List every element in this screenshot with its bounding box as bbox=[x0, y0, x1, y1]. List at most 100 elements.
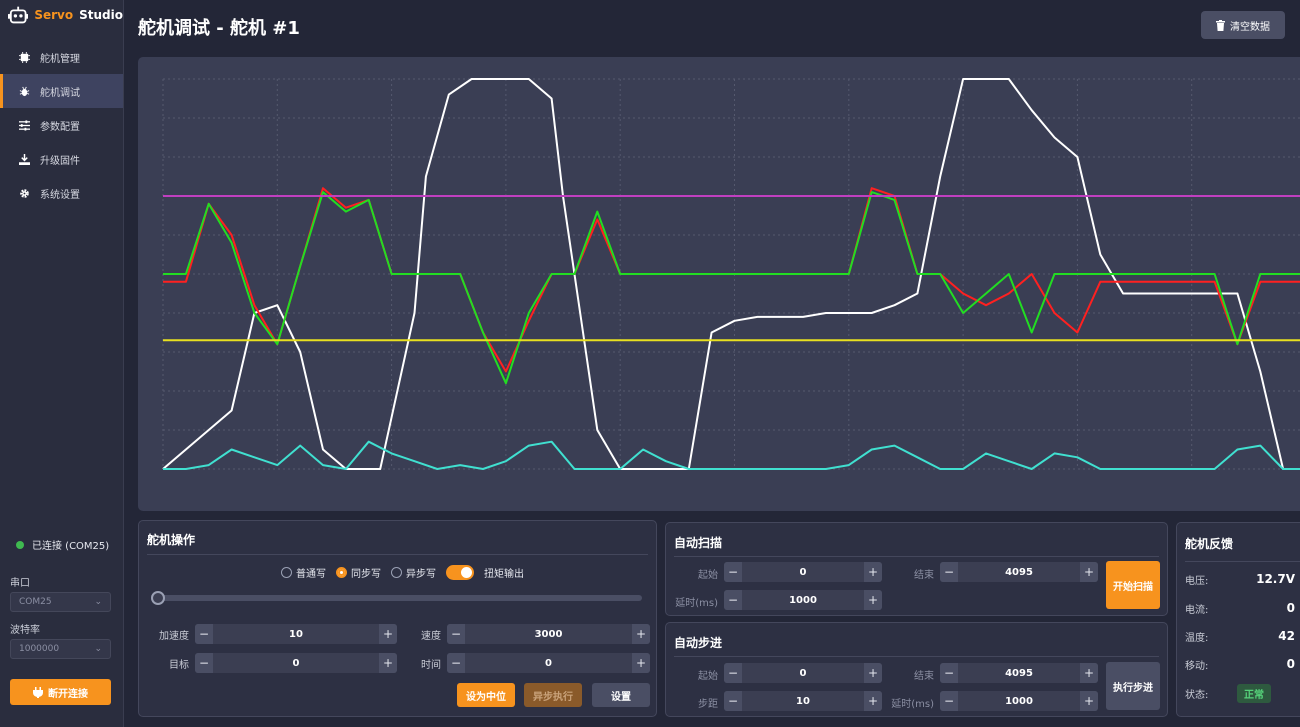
scan-start-label: 起始 bbox=[698, 570, 718, 581]
auto-step-panel: 自动步进 起始 − 0 + 结束 − 4095 + 步距 − 10 + 延时(m… bbox=[665, 622, 1168, 717]
decrement-button[interactable]: − bbox=[447, 624, 465, 644]
baud-select[interactable]: 1000000 ⌄ bbox=[10, 639, 111, 659]
feedback-key: 电压: bbox=[1185, 575, 1209, 587]
increment-button[interactable]: + bbox=[1080, 663, 1098, 683]
sidebar-item-servo-manage[interactable]: 舵机管理 bbox=[0, 40, 123, 74]
radio-normal-write[interactable]: 普通写 bbox=[281, 565, 326, 580]
step-start-value[interactable]: 0 bbox=[742, 663, 864, 683]
decrement-button[interactable]: − bbox=[724, 590, 742, 610]
increment-button[interactable]: + bbox=[379, 624, 397, 644]
status-dot bbox=[16, 540, 24, 549]
feedback-value: 0 bbox=[1286, 601, 1295, 615]
sidebar-item-label: 参数配置 bbox=[40, 121, 80, 133]
disconnect-button[interactable]: 断开连接 bbox=[10, 679, 111, 705]
start-scan-button[interactable]: 开始扫描 bbox=[1106, 561, 1160, 609]
scan-end-stepper: − 4095 + bbox=[940, 562, 1098, 582]
sidebar-item-settings[interactable]: 系统设置 bbox=[0, 176, 123, 210]
step-end-stepper: − 4095 + bbox=[940, 663, 1098, 683]
accel-value[interactable]: 10 bbox=[213, 624, 379, 644]
step-size-value[interactable]: 10 bbox=[742, 691, 864, 711]
decrement-button[interactable]: − bbox=[940, 663, 958, 683]
apply-settings-button[interactable]: 设置 bbox=[592, 683, 650, 707]
panel-title: 自动扫描 bbox=[674, 536, 723, 550]
decrement-button[interactable]: − bbox=[940, 562, 958, 582]
decrement-button[interactable]: − bbox=[940, 691, 958, 711]
scan-end-label: 结束 bbox=[914, 570, 934, 581]
slider-knob[interactable] bbox=[151, 591, 165, 605]
target-value[interactable]: 0 bbox=[213, 653, 379, 673]
decrement-button[interactable]: − bbox=[447, 653, 465, 673]
step-delay-stepper: − 1000 + bbox=[940, 691, 1098, 711]
torque-toggle-wrap: 扭矩输出 bbox=[446, 565, 524, 580]
async-execute-button[interactable]: 异步执行 bbox=[524, 683, 582, 707]
speed-stepper: − 3000 + bbox=[447, 624, 650, 644]
feedback-moving: 移动: 0 bbox=[1185, 654, 1295, 674]
port-select-value: COM25 bbox=[19, 597, 52, 607]
scan-delay-label: 延时(ms) bbox=[675, 598, 718, 609]
step-end-value[interactable]: 4095 bbox=[958, 663, 1080, 683]
step-delay-value[interactable]: 1000 bbox=[958, 691, 1080, 711]
increment-button[interactable]: + bbox=[632, 624, 650, 644]
servo-ops-panel: 舵机操作 普通写 同步写 异步写 扭矩输出 加速度 − 10 + 速度 − 30… bbox=[138, 520, 657, 717]
decrement-button[interactable]: − bbox=[724, 663, 742, 683]
panel-title: 舵机反馈 bbox=[1185, 537, 1234, 551]
app-logo: Servo Studio bbox=[0, 0, 123, 30]
feedback-value: 42 bbox=[1278, 629, 1295, 643]
status-badge: 正常 bbox=[1237, 683, 1271, 703]
port-select[interactable]: COM25 ⌄ bbox=[10, 592, 111, 612]
sidebar: Servo Studio 舵机管理 舵机调试 参数配置 升级固件 系统设置 已连… bbox=[0, 0, 124, 727]
servo-feedback-panel: 舵机反馈 电压:12.7V 电流:0 温度:42 移动:0 状态:正常 负 速 … bbox=[1176, 522, 1300, 717]
scan-end-value[interactable]: 4095 bbox=[958, 562, 1080, 582]
increment-button[interactable]: + bbox=[632, 653, 650, 673]
plug-icon bbox=[33, 686, 43, 698]
sidebar-item-params[interactable]: 参数配置 bbox=[0, 108, 123, 142]
write-mode-group: 普通写 同步写 异步写 扭矩输出 bbox=[281, 565, 524, 580]
robot-icon bbox=[8, 6, 29, 24]
increment-button[interactable]: + bbox=[1080, 691, 1098, 711]
execute-step-button[interactable]: 执行步进 bbox=[1106, 662, 1160, 710]
feedback-current: 电流: 0 bbox=[1185, 598, 1295, 618]
divider bbox=[147, 554, 648, 555]
sidebar-item-label: 升级固件 bbox=[40, 155, 80, 167]
sidebar-item-servo-debug[interactable]: 舵机调试 bbox=[0, 74, 123, 108]
port-label: 串口 bbox=[10, 578, 30, 589]
increment-button[interactable]: + bbox=[864, 691, 882, 711]
scan-start-value[interactable]: 0 bbox=[742, 562, 864, 582]
chevron-down-icon: ⌄ bbox=[94, 597, 102, 607]
divider bbox=[674, 556, 1159, 557]
step-start-stepper: − 0 + bbox=[724, 663, 882, 683]
radio-sync-write[interactable]: 同步写 bbox=[336, 565, 381, 580]
sidebar-item-label: 系统设置 bbox=[40, 189, 80, 201]
position-slider[interactable] bbox=[151, 591, 642, 605]
decrement-button[interactable]: − bbox=[724, 562, 742, 582]
decrement-button[interactable]: − bbox=[195, 624, 213, 644]
sidebar-item-firmware[interactable]: 升级固件 bbox=[0, 142, 123, 176]
decrement-button[interactable]: − bbox=[195, 653, 213, 673]
radio-circle bbox=[391, 567, 402, 578]
speed-value[interactable]: 3000 bbox=[465, 624, 632, 644]
panel-title: 舵机操作 bbox=[147, 533, 196, 547]
sidebar-item-label: 舵机调试 bbox=[40, 87, 80, 99]
increment-button[interactable]: + bbox=[864, 590, 882, 610]
increment-button[interactable]: + bbox=[864, 663, 882, 683]
speed-label: 速度 bbox=[421, 631, 441, 642]
nav-list: 舵机管理 舵机调试 参数配置 升级固件 系统设置 bbox=[0, 40, 123, 210]
feedback-key: 移动: bbox=[1185, 660, 1209, 672]
increment-button[interactable]: + bbox=[1080, 562, 1098, 582]
increment-button[interactable]: + bbox=[379, 653, 397, 673]
increment-button[interactable]: + bbox=[864, 562, 882, 582]
scan-delay-value[interactable]: 1000 bbox=[742, 590, 864, 610]
connection-status-text: 已连接 (COM25) bbox=[32, 541, 110, 552]
radio-async-write[interactable]: 异步写 bbox=[391, 565, 436, 580]
gear-icon bbox=[20, 188, 29, 198]
step-size-stepper: − 10 + bbox=[724, 691, 882, 711]
torque-toggle[interactable] bbox=[446, 565, 474, 580]
time-value[interactable]: 0 bbox=[465, 653, 632, 673]
accel-label: 加速度 bbox=[159, 631, 189, 642]
auto-scan-panel: 自动扫描 起始 − 0 + 结束 − 4095 + 延时(ms) − 1000 … bbox=[665, 522, 1168, 616]
radio-label: 异步写 bbox=[406, 569, 436, 580]
clear-data-button[interactable]: 清空数据 bbox=[1201, 11, 1285, 39]
decrement-button[interactable]: − bbox=[724, 691, 742, 711]
clear-data-label: 清空数据 bbox=[1230, 21, 1270, 33]
set-middle-button[interactable]: 设为中位 bbox=[457, 683, 515, 707]
